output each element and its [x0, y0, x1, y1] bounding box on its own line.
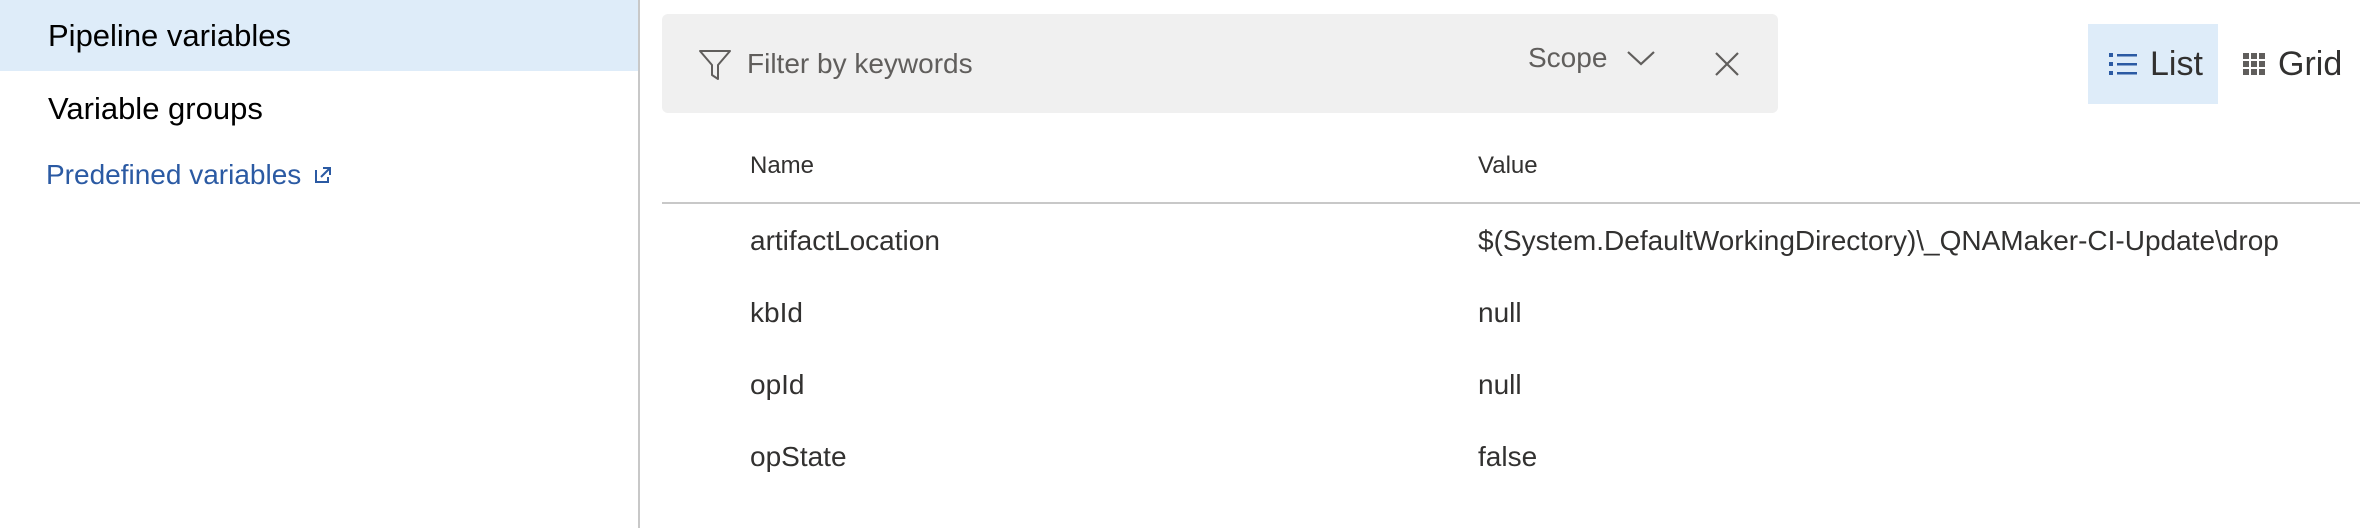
variable-name: opId	[750, 369, 805, 400]
filter-keywords-input[interactable]	[747, 44, 1307, 84]
variable-name: artifactLocation	[750, 225, 940, 256]
list-view-button[interactable]: List	[2088, 24, 2218, 104]
link-label: Predefined variables	[46, 159, 302, 190]
filter-bar: Scope	[662, 14, 1778, 113]
grid-view-label: Grid	[2278, 44, 2343, 83]
column-header-value[interactable]: Value	[1478, 152, 1538, 180]
column-header-name[interactable]: Name	[750, 152, 814, 180]
close-icon[interactable]	[1714, 51, 1740, 77]
table-row[interactable]: opState false	[662, 421, 2360, 493]
nav-item-label: Pipeline variables	[48, 17, 291, 53]
table-row[interactable]: artifactLocation $(System.DefaultWorking…	[662, 205, 2360, 277]
scope-label: Scope	[1528, 42, 1608, 73]
nav-item-label: Variable groups	[48, 91, 263, 126]
variables-page: Pipeline variables Variable groups Prede…	[0, 0, 2360, 528]
variables-side-nav: Pipeline variables Variable groups Prede…	[0, 0, 640, 528]
grid-view-button[interactable]: Grid	[2242, 24, 2360, 104]
predefined-variables-link[interactable]: Predefined variables	[46, 159, 333, 191]
filter-icon	[699, 50, 731, 80]
variable-value: $(System.DefaultWorkingDirectory)\_QNAMa…	[1478, 225, 2279, 256]
scope-dropdown[interactable]: Scope	[1528, 42, 1657, 74]
grid-icon	[2243, 53, 2265, 75]
list-icon	[2109, 53, 2137, 75]
variable-name: kbId	[750, 297, 803, 328]
variable-value: false	[1478, 441, 1538, 472]
table-row[interactable]: kbId null	[662, 277, 2360, 349]
variables-table-header: Name Value	[662, 140, 2360, 204]
nav-item-variable-groups[interactable]: Variable groups	[0, 74, 638, 144]
variable-name: opState	[750, 441, 847, 472]
variable-value: null	[1478, 369, 1522, 400]
list-view-label: List	[2150, 44, 2203, 83]
external-link-icon	[315, 167, 332, 183]
chevron-down-icon	[1627, 51, 1656, 66]
variable-value: null	[1478, 297, 1522, 328]
table-row[interactable]: opId null	[662, 349, 2360, 421]
nav-item-pipeline-variables[interactable]: Pipeline variables	[0, 0, 638, 71]
